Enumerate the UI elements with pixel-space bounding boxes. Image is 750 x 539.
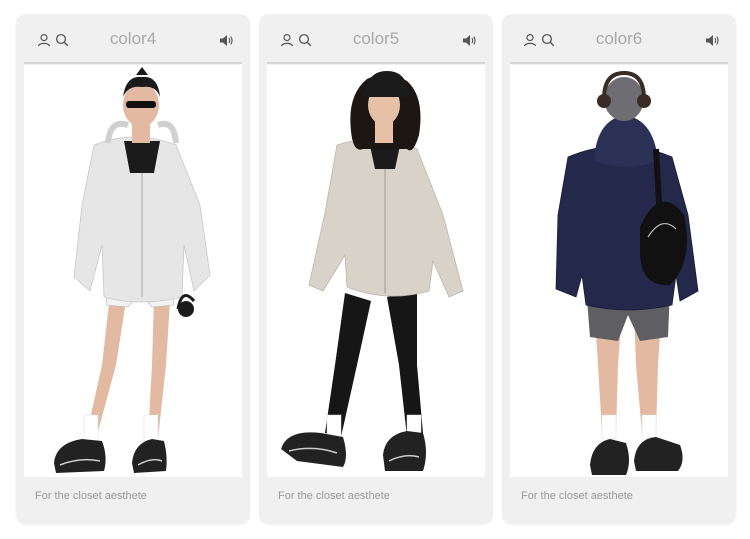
header-divider <box>267 62 485 64</box>
model-figure <box>54 67 211 473</box>
card-header: color6 <box>502 14 736 64</box>
card-header: color5 <box>259 14 493 64</box>
speaker-icon[interactable] <box>705 34 720 52</box>
product-photo[interactable] <box>24 65 242 477</box>
product-card-color6[interactable]: color6 For the closet aesthete <box>502 14 736 524</box>
card-caption: For the closet aesthete <box>35 490 147 502</box>
speaker-icon[interactable] <box>462 34 477 52</box>
product-card-color4[interactable]: color4 For the closet aesthete <box>16 14 250 524</box>
speaker-icon[interactable] <box>219 34 234 52</box>
model-figure <box>555 70 699 475</box>
product-photo[interactable] <box>510 65 728 477</box>
card-title: color6 <box>595 29 643 48</box>
card-caption: For the closet aesthete <box>521 490 633 502</box>
card-title: color5 <box>352 29 400 48</box>
model-figure <box>281 71 464 471</box>
card-header: color4 <box>16 14 250 64</box>
card-title: color4 <box>109 29 157 48</box>
header-divider <box>24 62 242 64</box>
product-card-color5[interactable]: color5 For the closet aesthete <box>259 14 493 524</box>
card-caption: For the closet aesthete <box>278 490 390 502</box>
header-divider <box>510 62 728 64</box>
product-photo[interactable] <box>267 65 485 477</box>
